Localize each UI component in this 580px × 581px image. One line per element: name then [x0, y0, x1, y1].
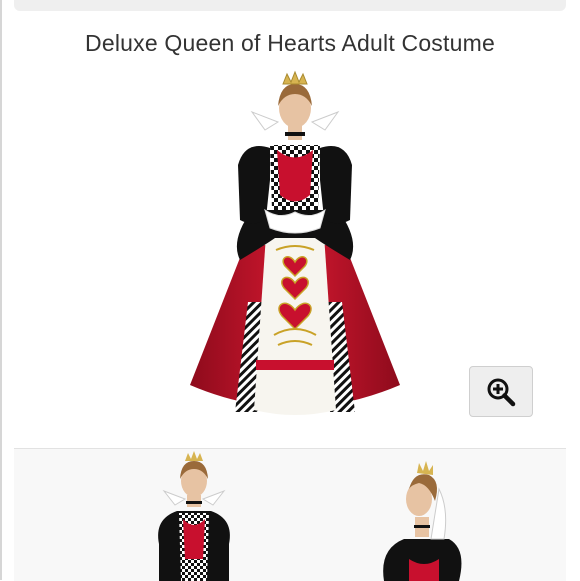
zoom-in-icon [487, 378, 516, 406]
thumbnail-front-view[interactable] [119, 449, 269, 581]
product-title: Deluxe Queen of Hearts Adult Costume [85, 30, 495, 56]
top-bar [14, 0, 566, 11]
zoom-button[interactable] [469, 366, 533, 417]
thumbnail-side-view[interactable] [349, 449, 499, 581]
left-border [0, 0, 2, 580]
main-product-image[interactable] [170, 70, 420, 420]
thumbnail-strip [14, 448, 566, 581]
